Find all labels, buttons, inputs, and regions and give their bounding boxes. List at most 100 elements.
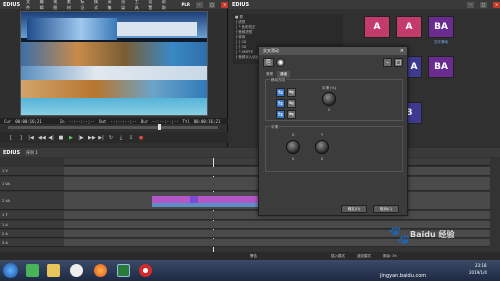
preview-image-panel-top — [27, 18, 117, 40]
direction-up-icon[interactable]: ⇆ — [276, 99, 285, 108]
knob1-label: 平滑 (%) — [322, 86, 337, 90]
direction-diag2-icon[interactable]: ⇋ — [287, 110, 296, 119]
dialog-close-icon[interactable]: × — [400, 48, 404, 54]
watermark-url: jingyan.baidu.com — [380, 273, 427, 279]
preset-icon[interactable]: ⎘ — [263, 58, 274, 67]
reset-icon[interactable]: ◉ — [276, 58, 285, 67]
knob1-value: 0 — [328, 108, 331, 112]
watermark-brand: Baidu 经验 — [410, 230, 455, 239]
mode-label[interactable]: PLR — [181, 2, 190, 7]
rewind-icon[interactable]: ◀◀ — [38, 135, 46, 141]
menu-mode[interactable]: 模式 — [94, 0, 102, 11]
status-insert-mode[interactable]: 插入模式 — [331, 254, 345, 259]
out-timecode[interactable]: --:--:--;-- — [110, 119, 137, 124]
record-app-icon[interactable] — [139, 264, 152, 277]
stop-icon[interactable]: ■ — [58, 135, 64, 141]
track-header[interactable]: 1 T — [0, 211, 64, 220]
menu-file[interactable]: 文件 — [26, 0, 34, 11]
cur-timecode[interactable]: 00:00:16;21 — [15, 119, 42, 124]
minimize-button[interactable]: – — [196, 1, 203, 8]
preview-image-water — [21, 98, 207, 115]
track-header[interactable]: 3 A — [0, 239, 64, 247]
x-knob[interactable] — [286, 140, 300, 154]
next-edit-icon[interactable]: ▶| — [98, 135, 104, 141]
dialog-min-icon[interactable]: – — [383, 58, 392, 67]
transition-thumb[interactable]: A — [396, 16, 422, 38]
menu-help[interactable]: 帮助 — [162, 0, 170, 11]
track-header[interactable]: 1 A — [0, 221, 64, 229]
video-clip-b[interactable] — [198, 196, 260, 203]
menu-capture[interactable]: 采集 — [108, 0, 116, 11]
bin-menubar: EDIUS – □ × — [229, 0, 500, 9]
explorer-icon[interactable] — [26, 264, 39, 277]
preview-image-panel-white — [117, 22, 197, 36]
track-header[interactable]: 2 VA — [0, 192, 64, 210]
direction-diag-icon[interactable]: ⇆ — [276, 110, 285, 119]
smooth-group-title: 平滑 — [270, 125, 279, 130]
cur-label: Cur — [4, 118, 12, 124]
ok-button[interactable]: 确定(O) — [341, 205, 367, 213]
menu-tools[interactable]: 工具 — [135, 0, 143, 11]
track-header[interactable]: 2 A — [0, 230, 64, 238]
timeline-toolbar: EDIUS 序列 1 — [0, 148, 500, 157]
menu-clip[interactable]: 素材 — [67, 0, 75, 11]
close-button[interactable]: × — [221, 1, 228, 8]
edius-icon[interactable] — [117, 264, 130, 277]
overwrite-icon[interactable]: ⇩ — [128, 135, 134, 141]
menu-settings[interactable]: 设置 — [148, 0, 156, 11]
set-in-icon[interactable]: [ — [8, 135, 14, 141]
ttl-timecode[interactable]: 00:00:16;21 — [194, 119, 221, 124]
bin-maximize-button[interactable]: □ — [480, 1, 487, 8]
tab-general[interactable]: 常规 — [263, 71, 276, 78]
track-header[interactable]: 1 V — [0, 167, 64, 176]
direction-left-icon[interactable]: ⇆ — [276, 88, 285, 97]
menu-edit[interactable]: 编辑 — [40, 0, 48, 11]
step-back-icon[interactable]: ◀| — [48, 135, 54, 141]
qq-icon[interactable] — [70, 264, 83, 277]
preview-scrubber[interactable] — [8, 124, 218, 130]
track-header[interactable]: 1 VA — [0, 177, 64, 191]
clock-time[interactable]: 23:18 — [475, 263, 487, 268]
smooth-knob[interactable] — [322, 92, 336, 106]
bin-close-button[interactable]: × — [493, 1, 500, 8]
record-icon[interactable]: ● — [138, 135, 144, 141]
fast-forward-icon[interactable]: ▶▶ — [88, 135, 96, 141]
maximize-button[interactable]: □ — [208, 1, 216, 8]
playback-controls: [ ] |◀ ◀◀ ◀| ■ ▶ |▶ ▶▶ ▶| ↻ ⤓ ⇩ ● — [0, 132, 228, 143]
status-ripple-mode[interactable]: 波纹模式 — [357, 254, 371, 259]
menu-marker[interactable]: 标记 — [80, 0, 88, 11]
menu-render[interactable]: 渲染 — [121, 0, 129, 11]
start-button[interactable] — [3, 263, 18, 278]
preview-canvas[interactable] — [20, 11, 208, 116]
clock-date[interactable]: 2019/1/4 — [469, 270, 487, 275]
scrubber-handle[interactable] — [158, 124, 161, 130]
dialog-max-icon[interactable]: □ — [394, 58, 403, 67]
play-icon[interactable]: ▶ — [68, 135, 74, 141]
insert-icon[interactable]: ⤓ — [118, 135, 124, 141]
direction-right-icon[interactable]: ⇋ — [287, 88, 296, 97]
in-timecode[interactable]: --:--:--;-- — [69, 119, 96, 124]
step-forward-icon[interactable]: |▶ — [78, 135, 84, 141]
transition-clip[interactable] — [190, 196, 198, 203]
video-clip-a[interactable] — [152, 196, 190, 203]
transition-thumb-selected[interactable]: BA — [428, 16, 454, 38]
firefox-icon[interactable] — [94, 264, 107, 277]
transition-thumb[interactable]: A — [364, 16, 390, 38]
transition-thumb[interactable]: BA — [428, 56, 454, 78]
status-warning[interactable]: 警告 — [250, 254, 257, 259]
y-knob[interactable] — [315, 140, 329, 154]
thumb-label: 交叉滑动 — [434, 40, 448, 44]
dialog-minmax: – □ — [383, 58, 403, 67]
tab-channel[interactable]: 通道 — [277, 71, 290, 78]
folder-icon[interactable] — [47, 264, 60, 277]
direction-down-icon[interactable]: ⇋ — [287, 99, 296, 108]
set-out-icon[interactable]: ] — [18, 135, 24, 141]
prev-edit-icon[interactable]: |◀ — [28, 135, 34, 141]
sequence-tab[interactable]: 序列 1 — [26, 150, 38, 156]
loop-icon[interactable]: ↻ — [108, 135, 114, 141]
knob2-label: X — [292, 133, 295, 137]
cancel-button[interactable]: 取消(C) — [373, 205, 399, 213]
menu-view[interactable]: 视图 — [53, 0, 61, 11]
dur-timecode[interactable]: --:--:--;-- — [152, 119, 179, 124]
bin-minimize-button[interactable]: – — [467, 1, 474, 8]
